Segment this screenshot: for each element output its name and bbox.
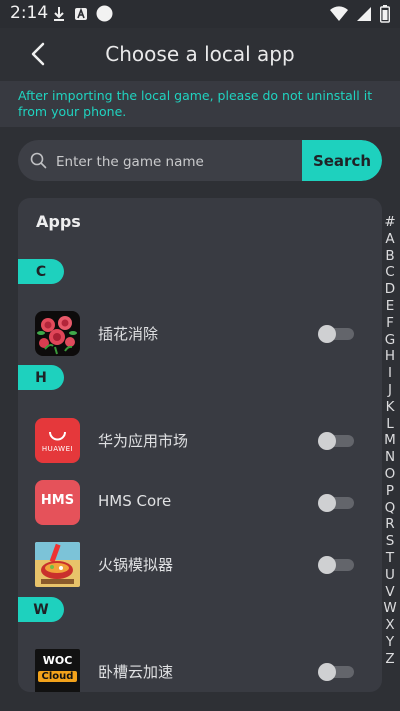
app-row: WOC Cloud 卧槽云加速: [18, 649, 382, 692]
section-header-h: H: [18, 365, 64, 390]
alphabet-index-letter[interactable]: H: [382, 348, 398, 365]
search-icon: [30, 152, 47, 169]
alphabet-index-letter[interactable]: Z: [382, 651, 398, 668]
alphabet-index-letter[interactable]: O: [382, 466, 398, 483]
huawei-appgallery-icon: HUAWEI: [35, 418, 80, 463]
alphabet-index[interactable]: # A B C D E F G H I J K L M N O P Q R S T U V W X Y Z: [382, 214, 398, 668]
notice-text: After importing the local game, please d…: [18, 88, 373, 119]
alphabet-index-letter[interactable]: J: [382, 382, 398, 399]
alphabet-index-letter[interactable]: U: [382, 567, 398, 584]
app-toggle[interactable]: [318, 556, 354, 574]
section-header-w: W: [18, 597, 64, 622]
circle-icon: [96, 5, 113, 22]
hms-icon-text: HMS: [40, 493, 75, 508]
alphabet-index-letter[interactable]: P: [382, 483, 398, 500]
alphabet-index-letter[interactable]: B: [382, 248, 398, 265]
download-icon: [54, 6, 64, 21]
page-title: Choose a local app: [105, 42, 295, 66]
alphabet-index-letter[interactable]: G: [382, 332, 398, 349]
search-bar: Search: [18, 140, 382, 181]
app-row: 插花消除: [18, 311, 382, 361]
app-name: 卧槽云加速: [98, 663, 174, 681]
alphabet-index-letter[interactable]: C: [382, 264, 398, 281]
alphabet-index-letter[interactable]: D: [382, 281, 398, 298]
search-button[interactable]: Search: [302, 140, 382, 181]
alphabet-index-letter[interactable]: M: [382, 432, 398, 449]
signal-icon: [357, 7, 371, 21]
alphabet-index-letter[interactable]: S: [382, 533, 398, 550]
search-input[interactable]: [54, 140, 318, 181]
alphabet-index-letter[interactable]: F: [382, 315, 398, 332]
app-name: 火锅模拟器: [98, 556, 174, 574]
section-header-c: C: [18, 259, 64, 284]
status-bar: 2:14: [0, 0, 400, 28]
app-row: HUAWEI 华为应用市场: [18, 418, 382, 468]
alphabet-index-letter[interactable]: #: [382, 214, 398, 231]
app-toggle[interactable]: [318, 325, 354, 343]
woc-cloud-icon: WOC Cloud: [35, 649, 80, 692]
hms-core-icon: HMS: [35, 480, 80, 525]
status-system-icons: [330, 5, 390, 23]
cloud-icon-text: Cloud: [38, 671, 77, 682]
app-toggle[interactable]: [318, 432, 354, 450]
app-name: HMS Core: [98, 492, 172, 510]
alphabet-index-letter[interactable]: X: [382, 617, 398, 634]
battery-icon: [380, 5, 390, 23]
status-notifications: [52, 5, 113, 22]
alphabet-index-letter[interactable]: T: [382, 550, 398, 567]
huawei-icon-text: HUAWEI: [41, 445, 74, 453]
alphabet-index-letter[interactable]: E: [382, 298, 398, 315]
alphabet-index-letter[interactable]: L: [382, 416, 398, 433]
alphabet-index-letter[interactable]: V: [382, 584, 398, 601]
alphabet-index-letter[interactable]: W: [382, 600, 398, 617]
alphabet-index-letter[interactable]: I: [382, 365, 398, 382]
wifi-icon: [330, 6, 348, 22]
woc-icon-text: WOC: [42, 654, 73, 667]
app-toggle[interactable]: [318, 663, 354, 681]
app-name: 插花消除: [98, 325, 159, 343]
status-time: 2:14: [10, 3, 49, 23]
alphabet-index-letter[interactable]: Y: [382, 634, 398, 651]
title-bar: Choose a local app: [0, 28, 400, 81]
alphabet-index-letter[interactable]: A: [382, 231, 398, 248]
apps-panel: Apps C 插花消除 H HUAWEI 华为应用市场 HMS HMS Core…: [18, 198, 382, 692]
notice-banner: After importing the local game, please d…: [0, 81, 400, 127]
app-toggle[interactable]: [318, 494, 354, 512]
apps-panel-title: Apps: [36, 212, 81, 231]
hotpot-simulator-icon: [35, 542, 80, 587]
notification-a-icon: [75, 7, 87, 20]
app-row: 火锅模拟器: [18, 542, 382, 592]
app-row: HMS HMS Core: [18, 480, 382, 530]
alphabet-index-letter[interactable]: K: [382, 399, 398, 416]
alphabet-index-letter[interactable]: Q: [382, 500, 398, 517]
app-name: 华为应用市场: [98, 432, 189, 450]
alphabet-index-letter[interactable]: R: [382, 516, 398, 533]
alphabet-index-letter[interactable]: N: [382, 449, 398, 466]
flower-game-icon: [35, 311, 80, 356]
